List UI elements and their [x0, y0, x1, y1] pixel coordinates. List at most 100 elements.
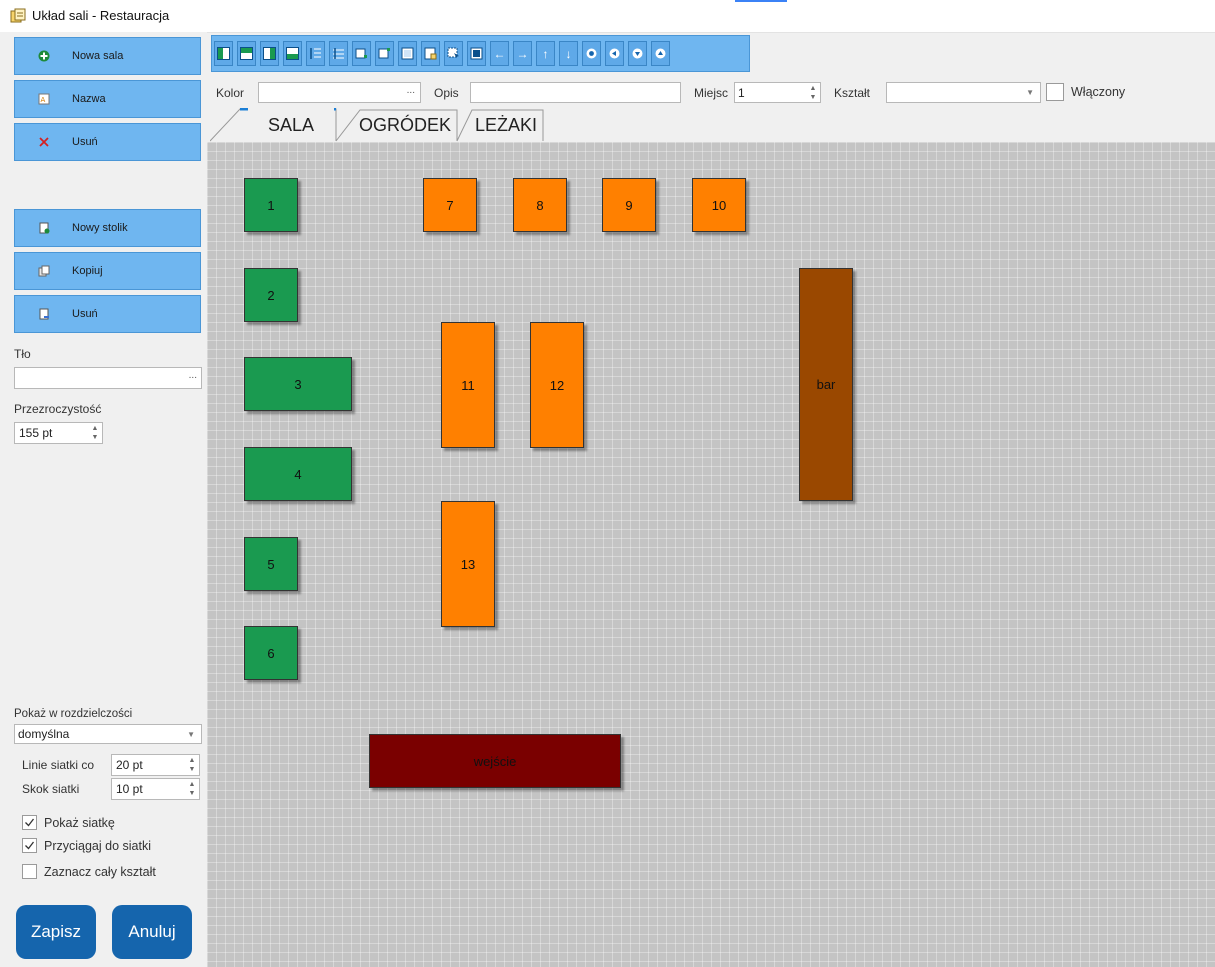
delete-table-label: Usuń	[72, 308, 98, 320]
show-grid-check-box[interactable]	[22, 815, 37, 830]
snap-to-grid-label: Przyciągaj do siatki	[44, 838, 151, 853]
table-8[interactable]: 8	[513, 178, 567, 232]
svg-text:A: A	[41, 96, 46, 104]
tab-ogrodek[interactable]: OGRÓDEK	[350, 108, 460, 142]
cancel-button[interactable]: Anuluj	[112, 905, 192, 959]
arrow-right-icon[interactable]: →	[513, 41, 532, 66]
arrange-toolbar: ← → ↑ ↓	[211, 35, 750, 72]
shape-label: Kształt	[834, 86, 871, 100]
tab-sala[interactable]: SALA	[248, 108, 334, 142]
table-10[interactable]: 10	[692, 178, 746, 232]
tab-lezaki[interactable]: LEŻAKI	[470, 108, 542, 142]
grid-step-spinner[interactable]: ▲ ▼	[187, 780, 197, 798]
app-icon	[10, 8, 26, 23]
show-grid-label: Pokaż siatkę	[44, 815, 115, 830]
seats-value: 1	[738, 86, 745, 100]
sidebar: Nowa sala A Nazwa Usuń Nowy stolik Kopiu…	[0, 32, 207, 967]
grid-lines-value: 20 pt	[116, 758, 143, 772]
copy-table-button[interactable]: Kopiuj	[14, 252, 201, 290]
save-button[interactable]: Zapisz	[16, 905, 96, 959]
opacity-input[interactable]: 155 pt ▲ ▼	[14, 422, 103, 444]
copy-table-label: Kopiuj	[72, 265, 103, 277]
table-1[interactable]: 1	[244, 178, 298, 232]
enabled-label: Włączony	[1071, 85, 1126, 99]
table-9[interactable]: 9	[602, 178, 656, 232]
window-title: Układ sali - Restauracja	[32, 8, 170, 23]
new-table-label: Nowy stolik	[72, 222, 128, 234]
select-whole-shape-check-box[interactable]	[22, 864, 37, 879]
delete-room-button[interactable]: Usuń	[14, 123, 201, 161]
table-13[interactable]: 13	[441, 501, 495, 627]
table-5[interactable]: 5	[244, 537, 298, 591]
circle-right-icon[interactable]	[582, 41, 601, 66]
same-width-icon[interactable]	[352, 41, 371, 66]
align-right-icon[interactable]	[260, 41, 279, 66]
snap-to-grid-checkbox[interactable]: Przyciągaj do siatki	[22, 838, 151, 853]
distribute-vertical-icon[interactable]	[306, 41, 325, 66]
table-11[interactable]: 11	[441, 322, 495, 448]
align-top-icon[interactable]	[237, 41, 256, 66]
enabled-check-box[interactable]	[1046, 83, 1064, 101]
distribute-horizontal-icon[interactable]	[329, 41, 348, 66]
grid-lines-input[interactable]: 20 pt ▲ ▼	[111, 754, 200, 776]
seats-input[interactable]: 1 ▲ ▼	[734, 82, 821, 103]
background-label: Tło	[14, 347, 31, 361]
same-size-icon[interactable]	[398, 41, 417, 66]
opacity-spinner[interactable]: ▲ ▼	[90, 424, 100, 442]
description-label: Opis	[434, 86, 459, 100]
table-3[interactable]: 3	[244, 357, 352, 411]
table-12[interactable]: 12	[530, 322, 584, 448]
new-room-button[interactable]: Nowa sala	[14, 37, 201, 75]
delete-room-label: Usuń	[72, 136, 98, 148]
circle-down-icon[interactable]	[628, 41, 647, 66]
opacity-label: Przezroczystość	[14, 402, 102, 416]
rename-room-button[interactable]: A Nazwa	[14, 80, 201, 118]
same-height-icon[interactable]	[375, 41, 394, 66]
select-frame-icon[interactable]	[467, 41, 486, 66]
new-table-button[interactable]: Nowy stolik	[14, 209, 201, 247]
select-all-icon[interactable]	[444, 41, 463, 66]
checkmark-icon	[25, 818, 35, 827]
enabled-checkbox[interactable]: Włączony	[1046, 83, 1125, 101]
align-bottom-icon[interactable]	[283, 41, 302, 66]
chevron-down-icon: ▼	[1026, 88, 1034, 97]
table-2[interactable]: 2	[244, 268, 298, 322]
seats-label: Miejsc	[694, 86, 729, 100]
grid-lines-spinner[interactable]: ▲ ▼	[187, 756, 197, 774]
entrance[interactable]: wejście	[369, 734, 621, 788]
shape-select[interactable]: ▼	[886, 82, 1041, 103]
rename-room-label: Nazwa	[72, 93, 106, 105]
align-left-icon[interactable]	[214, 41, 233, 66]
description-input[interactable]	[470, 82, 681, 103]
color-browse-button[interactable]: ...	[407, 85, 415, 96]
copy-icon	[35, 262, 53, 280]
arrow-left-icon[interactable]: ←	[490, 41, 509, 66]
circle-up-icon[interactable]	[651, 41, 670, 66]
table-6[interactable]: 6	[244, 626, 298, 680]
show-grid-checkbox[interactable]: Pokaż siatkę	[22, 815, 115, 830]
resolution-label: Pokaż w rozdzielczości	[14, 708, 133, 720]
delete-table-button[interactable]: Usuń	[14, 295, 201, 333]
table-4[interactable]: 4	[244, 447, 352, 501]
size-to-grid-icon[interactable]	[421, 41, 440, 66]
delete-x-icon	[35, 133, 53, 151]
grid-step-value: 10 pt	[116, 782, 143, 796]
select-whole-shape-checkbox[interactable]: Zaznacz cały kształt	[22, 864, 156, 879]
chevron-down-icon: ▼	[187, 730, 195, 739]
rename-icon: A	[35, 90, 53, 108]
color-field[interactable]: ...	[258, 82, 421, 103]
arrow-up-icon[interactable]: ↑	[536, 41, 555, 66]
resolution-select[interactable]: domyślna ▼	[14, 724, 202, 744]
background-browse-button[interactable]: ...	[189, 370, 197, 381]
arrow-down-icon[interactable]: ↓	[559, 41, 578, 66]
background-field[interactable]: ...	[14, 367, 202, 389]
grid-step-input[interactable]: 10 pt ▲ ▼	[111, 778, 200, 800]
circle-left-icon[interactable]	[605, 41, 624, 66]
titlebar-accent	[735, 0, 787, 2]
table-7[interactable]: 7	[423, 178, 477, 232]
seats-spinner[interactable]: ▲ ▼	[808, 84, 818, 102]
floor-plan-canvas[interactable]: 1 2 3 4 5 6 7 8 9 10 11 12 13 bar wejści…	[207, 142, 1215, 967]
snap-to-grid-check-box[interactable]	[22, 838, 37, 853]
grid-step-label: Skok siatki	[22, 782, 80, 796]
bar-counter[interactable]: bar	[799, 268, 853, 501]
